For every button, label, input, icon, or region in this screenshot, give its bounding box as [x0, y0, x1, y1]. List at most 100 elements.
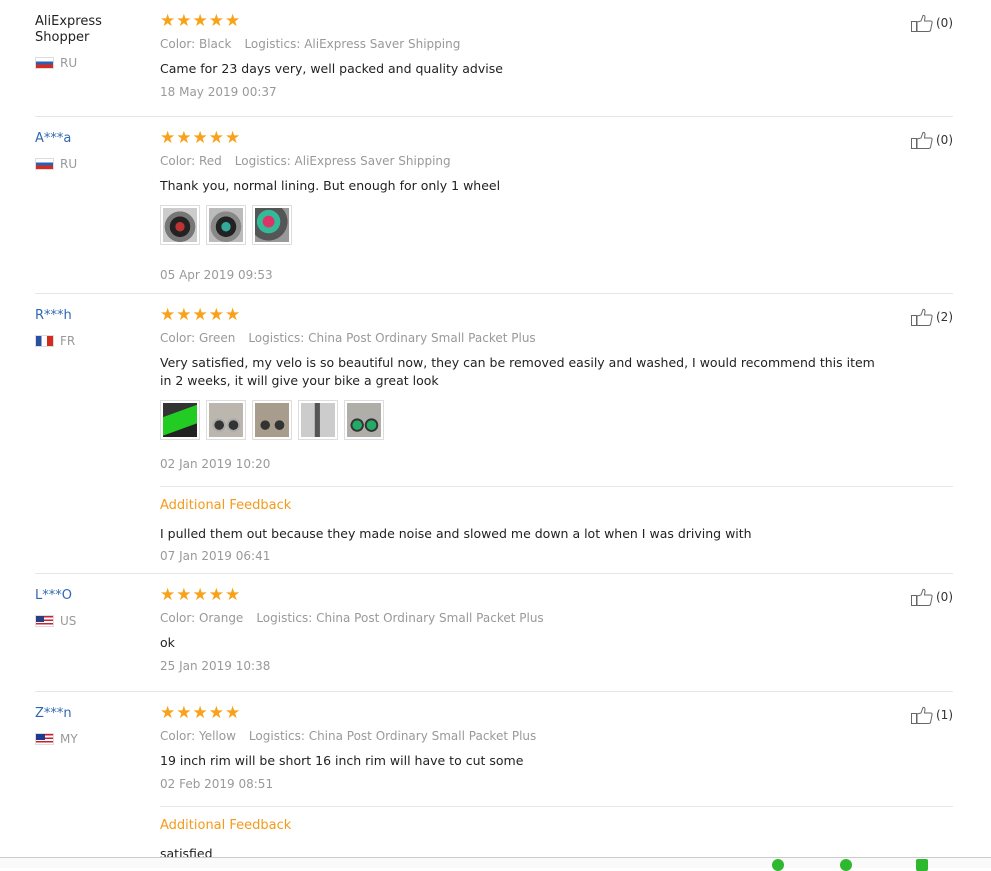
reviewer-info: Z***n MY	[35, 706, 155, 746]
review-meta: Color: Green Logistics: China Post Ordina…	[160, 330, 883, 346]
thumbs-up-icon	[911, 308, 933, 326]
russia-flag-icon	[35, 57, 54, 69]
reviewer-country: FR	[35, 334, 155, 348]
review-photos	[160, 205, 883, 245]
review-item: AliExpress Shopper RU ★★★★★ Color: Black…	[35, 0, 953, 117]
review-color: Color: Green	[160, 331, 236, 345]
review-logistics: Logistics: China Post Ordinary Small Pac…	[248, 729, 537, 743]
review-meta: Color: Orange Logistics: China Post Ordin…	[160, 610, 883, 626]
review-item: Z***n MY ★★★★★ Color: Yellow Logistics: C…	[35, 692, 953, 867]
review-item: L***O US ★★★★★ Color: Orange Logistics: C…	[35, 574, 953, 692]
rating-stars: ★★★★★	[160, 128, 242, 148]
review-photo-thumbnail[interactable]	[206, 400, 246, 440]
additional-feedback-text: I pulled them out because they made nois…	[160, 526, 752, 541]
additional-feedback-date: 07 Jan 2019 06:41	[160, 549, 271, 563]
toolbar-status-icon[interactable]	[840, 859, 856, 871]
country-code: FR	[60, 334, 76, 348]
reviewer-info: A***a RU	[35, 131, 155, 171]
reviewer-name[interactable]: Z***n	[35, 706, 155, 722]
review-text: Thank you, normal lining. But enough for…	[160, 178, 501, 193]
review-content: ★★★★★ Color: Yellow Logistics: China Post…	[160, 692, 953, 862]
bottom-toolbar	[0, 857, 991, 871]
review-date: 05 Apr 2019 09:53	[160, 268, 273, 282]
review-photo-thumbnail[interactable]	[344, 400, 384, 440]
country-code: MY	[60, 732, 78, 746]
country-code: US	[60, 614, 77, 628]
review-date: 25 Jan 2019 10:38	[160, 659, 271, 673]
additional-feedback: Additional Feedback satisfied	[160, 806, 953, 862]
review-color: Color: Black	[160, 37, 232, 51]
review-item: A***a RU ★★★★★ Color: Red Logistics: AliE…	[35, 117, 953, 294]
review-item: R***h FR ★★★★★ Color: Green Logistics: Ch…	[35, 294, 953, 574]
review-color: Color: Orange	[160, 611, 244, 625]
malaysia-flag-icon	[35, 733, 54, 745]
thumbs-up-icon	[911, 588, 933, 606]
review-text: 19 inch rim will be short 16 inch rim wi…	[160, 753, 524, 768]
review-photo-thumbnail[interactable]	[160, 400, 200, 440]
reviewer-country: US	[35, 614, 155, 628]
review-photo-thumbnail[interactable]	[252, 400, 292, 440]
country-code: RU	[60, 56, 78, 70]
review-color: Color: Yellow	[160, 729, 236, 743]
helpful-vote-button[interactable]: (0)	[911, 588, 953, 606]
vote-count: (0)	[936, 133, 953, 147]
reviewer-name[interactable]: R***h	[35, 308, 155, 324]
review-color: Color: Red	[160, 154, 222, 168]
usa-flag-icon	[35, 615, 54, 627]
additional-feedback: Additional Feedback I pulled them out be…	[160, 486, 953, 576]
vote-count: (0)	[936, 590, 953, 604]
thumbs-up-icon	[911, 14, 933, 32]
review-date: 02 Feb 2019 08:51	[160, 777, 274, 791]
france-flag-icon	[35, 335, 54, 347]
review-content: ★★★★★ Color: Green Logistics: China Post …	[160, 294, 953, 576]
reviewer-country: RU	[35, 56, 155, 70]
helpful-vote-button[interactable]: (0)	[911, 131, 953, 149]
review-logistics: Logistics: AliExpress Saver Shipping	[244, 37, 461, 51]
review-logistics: Logistics: China Post Ordinary Small Pac…	[256, 611, 544, 625]
rating-stars: ★★★★★	[160, 305, 242, 325]
reviewer-country: MY	[35, 732, 155, 746]
reviewer-name: AliExpress Shopper	[35, 14, 102, 45]
review-photos	[160, 400, 883, 440]
review-photo-thumbnail[interactable]	[160, 205, 200, 245]
review-logistics: Logistics: China Post Ordinary Small Pac…	[248, 331, 536, 345]
review-photo-thumbnail[interactable]	[206, 205, 246, 245]
review-logistics: Logistics: AliExpress Saver Shipping	[234, 154, 451, 168]
vote-count: (1)	[936, 708, 953, 722]
vote-count: (0)	[936, 16, 953, 30]
thumbs-up-icon	[911, 706, 933, 724]
review-text: Very satisfied, my velo is so beautiful …	[160, 355, 875, 388]
rating-stars: ★★★★★	[160, 585, 242, 605]
review-content: ★★★★★ Color: Orange Logistics: China Post…	[160, 574, 953, 688]
review-meta: Color: Black Logistics: AliExpress Saver …	[160, 36, 883, 52]
review-text: ok	[160, 635, 175, 650]
review-photo-thumbnail[interactable]	[298, 400, 338, 440]
reviewer-country: RU	[35, 157, 155, 171]
rating-stars: ★★★★★	[160, 703, 242, 723]
reviewer-name[interactable]: L***O	[35, 588, 155, 604]
russia-flag-icon	[35, 158, 54, 170]
additional-feedback-title: Additional Feedback	[160, 818, 292, 833]
review-content: ★★★★★ Color: Black Logistics: AliExpress …	[160, 0, 953, 114]
review-date: 18 May 2019 00:37	[160, 85, 277, 99]
review-text: Came for 23 days very, well packed and q…	[160, 61, 503, 76]
thumbs-up-icon	[911, 131, 933, 149]
vote-count: (2)	[936, 310, 953, 324]
feedback-list: AliExpress Shopper RU ★★★★★ Color: Black…	[35, 0, 953, 867]
additional-feedback-title: Additional Feedback	[160, 498, 292, 513]
rating-stars: ★★★★★	[160, 11, 242, 31]
helpful-vote-button[interactable]: (0)	[911, 14, 953, 32]
reviewer-info: AliExpress Shopper RU	[35, 14, 155, 70]
reviewer-name[interactable]: A***a	[35, 131, 155, 147]
country-code: RU	[60, 157, 78, 171]
toolbar-status-icon[interactable]	[916, 859, 932, 871]
review-photo-thumbnail[interactable]	[252, 205, 292, 245]
review-content: ★★★★★ Color: Red Logistics: AliExpress Sa…	[160, 117, 953, 297]
review-meta: Color: Red Logistics: AliExpress Saver Sh…	[160, 153, 883, 169]
helpful-vote-button[interactable]: (2)	[911, 308, 953, 326]
toolbar-status-icon[interactable]	[772, 859, 788, 871]
review-date: 02 Jan 2019 10:20	[160, 457, 271, 471]
reviewer-info: R***h FR	[35, 308, 155, 348]
review-meta: Color: Yellow Logistics: China Post Ordin…	[160, 728, 883, 744]
helpful-vote-button[interactable]: (1)	[911, 706, 953, 724]
